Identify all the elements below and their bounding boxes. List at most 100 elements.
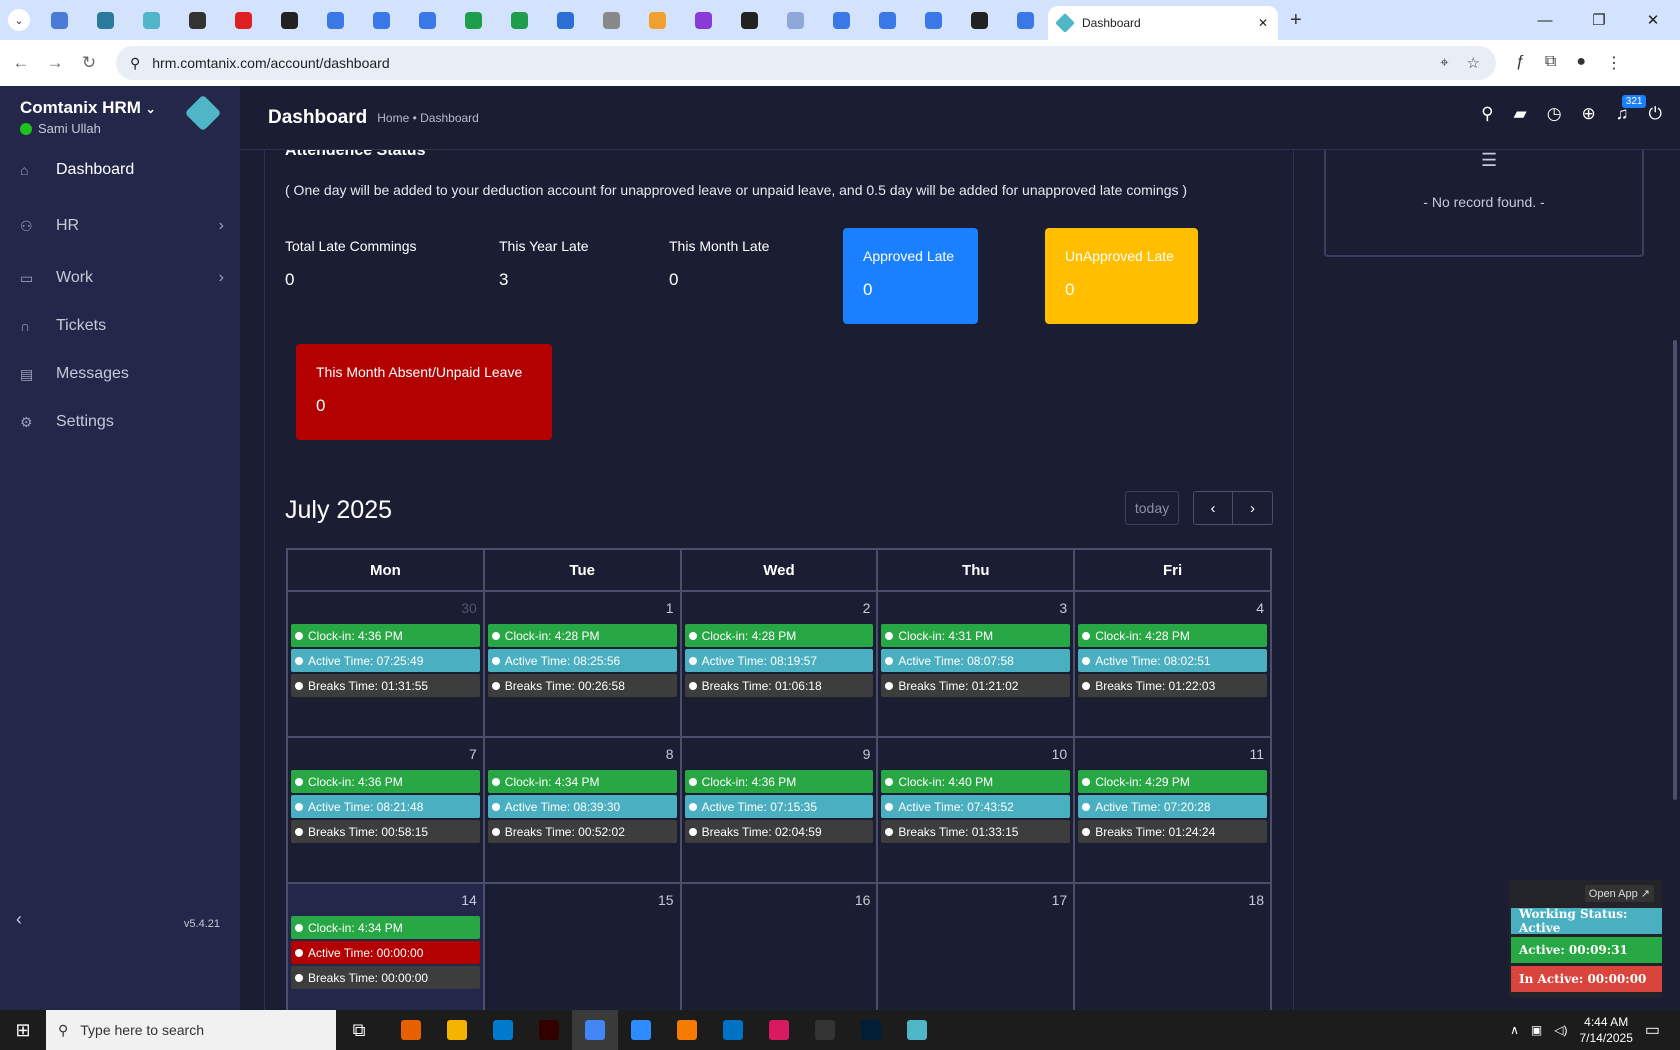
task-view-icon[interactable]: ⧉ [336, 1010, 382, 1050]
calendar-event[interactable]: Active Time: 07:43:52 [881, 795, 1071, 818]
bookmark-star-icon[interactable]: ☆ [1467, 54, 1480, 72]
calendar-event[interactable]: Active Time: 07:20:28 [1078, 795, 1267, 818]
breadcrumb[interactable]: Home • Dashboard [377, 111, 479, 125]
notification-center-icon[interactable]: ▭ [1645, 1020, 1660, 1040]
pinned-tab[interactable] [588, 0, 634, 40]
clock-icon[interactable]: ◷ [1547, 104, 1562, 124]
calendar-event[interactable]: Active Time: 08:21:48 [291, 795, 480, 818]
pinned-tab[interactable] [956, 0, 1002, 40]
sidebar-item-hr[interactable]: ⚇ HR › [0, 202, 240, 250]
taskbar-app[interactable] [572, 1010, 618, 1050]
taskbar-app[interactable] [894, 1010, 940, 1050]
calendar-day-cell[interactable]: 15 [482, 882, 682, 1010]
calendar-event[interactable]: Active Time: 08:07:58 [881, 649, 1071, 672]
calendar-day-cell[interactable]: 14 Clock-in: 4:34 PM Active Time: 00:00:00… [286, 882, 485, 1010]
taskbar-search[interactable]: ⚲ Type here to search [46, 1010, 336, 1050]
windows-start-icon[interactable]: ⊞ [0, 1010, 46, 1050]
sidebar-item-dashboard[interactable]: ⌂ Dashboard [0, 146, 240, 194]
calendar-day-cell[interactable]: 7 Clock-in: 4:36 PM Active Time: 08:21:48 B… [286, 736, 485, 884]
pinned-tab[interactable] [220, 0, 266, 40]
pinned-tab[interactable] [36, 0, 82, 40]
taskbar-app[interactable] [434, 1010, 480, 1050]
calendar-day-cell[interactable]: 3 Clock-in: 4:31 PM Active Time: 08:07:58 B… [876, 590, 1076, 738]
calendar-day-cell[interactable]: 1 Clock-in: 4:28 PM Active Time: 08:25:56 B… [482, 590, 682, 738]
calendar-day-cell[interactable]: 8 Clock-in: 4:34 PM Active Time: 08:39:30 B… [482, 736, 682, 884]
calendar-event[interactable]: Clock-in: 4:36 PM [291, 770, 480, 793]
pinned-tab[interactable] [450, 0, 496, 40]
pinned-tab[interactable] [174, 0, 220, 40]
calendar-day-cell[interactable]: 30 Clock-in: 4:36 PM Active Time: 07:25:49… [286, 590, 485, 738]
minimize-button[interactable]: — [1518, 0, 1572, 40]
calendar-event[interactable]: Active Time: 07:25:49 [291, 649, 480, 672]
sidebar-item-messages[interactable]: ▤ Messages [0, 350, 240, 398]
taskbar-clock[interactable]: 4:44 AM 7/14/2025 [1579, 1014, 1632, 1046]
calendar-event[interactable]: Active Time: 07:15:35 [684, 795, 874, 818]
pinned-tab[interactable] [1002, 0, 1048, 40]
collapse-sidebar-icon[interactable]: ‹ [16, 909, 22, 930]
calendar-event[interactable]: Clock-in: 4:34 PM [291, 916, 480, 939]
calendar-event[interactable]: Clock-in: 4:28 PM [1078, 624, 1267, 647]
extension-icon[interactable]: ƒ [1516, 53, 1525, 73]
close-tab-icon[interactable]: ✕ [1258, 16, 1268, 30]
calendar-day-cell[interactable]: 18 [1073, 882, 1272, 1010]
calendar-day-cell[interactable]: 2 Clock-in: 4:28 PM Active Time: 08:19:57 B… [679, 590, 879, 738]
pinned-tab[interactable] [128, 0, 174, 40]
calendar-day-cell[interactable]: 4 Clock-in: 4:28 PM Active Time: 08:02:51 B… [1073, 590, 1272, 738]
brand-name[interactable]: Comtanix HRM ⌄ [20, 98, 156, 118]
location-icon[interactable]: ⌖ [1440, 54, 1448, 72]
next-month-button[interactable]: › [1233, 491, 1273, 525]
calendar-day-cell[interactable]: 10 Clock-in: 4:40 PM Active Time: 07:43:52… [876, 736, 1076, 884]
profile-avatar[interactable]: ● [1576, 53, 1586, 73]
calendar-day-cell[interactable]: 11 Clock-in: 4:29 PM Active Time: 07:20:28… [1073, 736, 1272, 884]
chevron-down-icon[interactable]: ⌄ [146, 102, 156, 116]
calendar-event[interactable]: Active Time: 08:25:56 [487, 649, 677, 672]
sidebar-item-settings[interactable]: ⚙ Settings [0, 398, 240, 446]
calendar-event[interactable]: Breaks Time: 01:31:55 [291, 674, 480, 697]
calendar-day-cell[interactable]: 17 [876, 882, 1076, 1010]
pinned-tab[interactable] [864, 0, 910, 40]
taskbar-app[interactable] [710, 1010, 756, 1050]
pinned-tab[interactable] [496, 0, 542, 40]
calendar-event[interactable]: Breaks Time: 01:24:24 [1078, 820, 1267, 843]
active-tab[interactable]: Dashboard ✕ [1048, 6, 1278, 40]
bell-icon[interactable]: ♫ 321 [1616, 95, 1647, 124]
calendar-event[interactable]: Clock-in: 4:28 PM [487, 624, 677, 647]
pinned-tab[interactable] [312, 0, 358, 40]
calendar-event[interactable]: Clock-in: 4:40 PM [881, 770, 1071, 793]
tab-search-button[interactable]: ⌄ [8, 9, 30, 31]
pinned-tab[interactable] [680, 0, 726, 40]
volume-icon[interactable]: ◁) [1554, 1023, 1567, 1037]
calendar-event[interactable]: Breaks Time: 00:58:15 [291, 820, 480, 843]
menu-icon[interactable]: ⋮ [1606, 53, 1622, 73]
calendar-event[interactable]: Active Time: 08:02:51 [1078, 649, 1267, 672]
calendar-day-cell[interactable]: 9 Clock-in: 4:36 PM Active Time: 07:15:35 B… [679, 736, 879, 884]
calendar-event[interactable]: Clock-in: 4:36 PM [291, 624, 480, 647]
today-button[interactable]: today [1125, 491, 1179, 525]
restore-button[interactable]: ❐ [1572, 0, 1626, 40]
page-scrollbar[interactable] [1673, 340, 1677, 800]
pinned-tab[interactable] [358, 0, 404, 40]
calendar-event[interactable]: Clock-in: 4:29 PM [1078, 770, 1267, 793]
calendar-event[interactable]: Breaks Time: 01:21:02 [881, 674, 1071, 697]
add-icon[interactable]: ⊕ [1582, 104, 1596, 124]
calendar-event[interactable]: Active Time: 00:00:00 [291, 941, 480, 964]
reload-button[interactable]: ↻ [72, 53, 106, 73]
pinned-tab[interactable] [404, 0, 450, 40]
network-icon[interactable]: ▣ [1531, 1023, 1542, 1037]
calendar-event[interactable]: Breaks Time: 01:06:18 [684, 674, 874, 697]
prev-month-button[interactable]: ‹ [1193, 491, 1233, 525]
calendar-event[interactable]: Breaks Time: 01:22:03 [1078, 674, 1267, 697]
app-logo-icon[interactable] [184, 94, 222, 132]
calendar-event[interactable]: Clock-in: 4:31 PM [881, 624, 1071, 647]
pinned-tab[interactable] [82, 0, 128, 40]
calendar-event[interactable]: Breaks Time: 02:04:59 [684, 820, 874, 843]
new-tab-button[interactable]: + [1290, 9, 1302, 32]
pinned-tab[interactable] [266, 0, 312, 40]
pinned-tab[interactable] [726, 0, 772, 40]
tray-expand-icon[interactable]: ∧ [1510, 1023, 1519, 1037]
taskbar-app[interactable] [664, 1010, 710, 1050]
taskbar-app[interactable] [480, 1010, 526, 1050]
calendar-event[interactable]: Active Time: 08:39:30 [487, 795, 677, 818]
calendar-event[interactable]: Breaks Time: 00:26:58 [487, 674, 677, 697]
power-icon[interactable]: ⏻ [1649, 104, 1662, 124]
